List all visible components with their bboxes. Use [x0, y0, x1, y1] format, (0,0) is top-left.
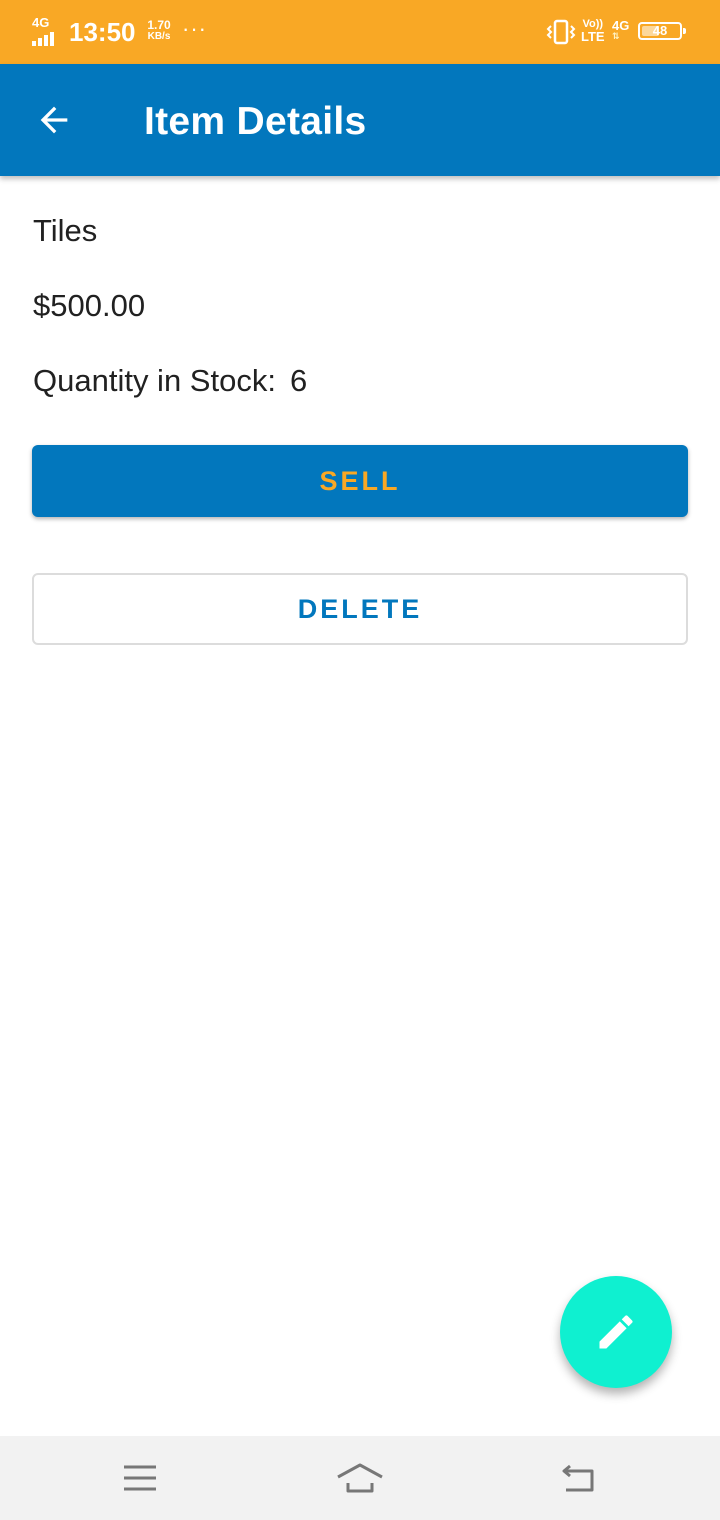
edit-pencil-icon — [599, 1315, 633, 1349]
item-price: $500.00 — [33, 288, 146, 323]
battery-icon: 48 — [638, 22, 686, 40]
menu-icon — [124, 1465, 156, 1491]
back-icon — [562, 1464, 594, 1492]
more-notifications-icon: ··· — [182, 16, 207, 41]
volte-indicator: Vo)) LTE — [581, 18, 605, 43]
network-speed: 1.70 KB/s — [144, 19, 174, 43]
quantity-value: 6 — [289, 363, 308, 398]
vibrate-icon — [546, 18, 576, 46]
app-bar: Item Details — [0, 64, 720, 176]
home-icon — [337, 1463, 383, 1493]
battery-level: 48 — [652, 23, 668, 38]
arrow-back-icon — [40, 106, 68, 134]
nav-home-button[interactable] — [330, 1454, 390, 1502]
item-quantity: Quantity in Stock: 6 — [33, 362, 307, 400]
data-activity-icon: ⇅ — [612, 31, 620, 41]
status-time: 13:50 — [69, 17, 136, 47]
page-title: Item Details — [144, 100, 367, 143]
status-bar: 4G 13:50 1.70 KB/s ··· Vo)) LTE 4G ⇅ 48 — [0, 0, 720, 64]
nav-back-button[interactable] — [548, 1454, 608, 1502]
network-speed-value: 1.70 — [147, 18, 171, 32]
edit-fab-button[interactable] — [560, 1276, 672, 1388]
back-button[interactable] — [22, 88, 86, 152]
delete-button[interactable]: DELETE — [32, 573, 688, 645]
sell-button[interactable]: SELL — [32, 445, 688, 517]
signal-icon: 4G — [32, 15, 62, 46]
nav-menu-button[interactable] — [110, 1454, 170, 1502]
network-type-label: 4G — [32, 15, 50, 30]
volte-bottom-label: LTE — [581, 29, 605, 44]
mobile-data-indicator: 4G ⇅ — [612, 19, 629, 41]
quantity-label: Quantity in Stock: — [33, 363, 276, 398]
network-speed-unit: KB/s — [147, 31, 171, 42]
item-name: Tiles — [33, 213, 98, 248]
system-nav-bar — [0, 1436, 720, 1520]
